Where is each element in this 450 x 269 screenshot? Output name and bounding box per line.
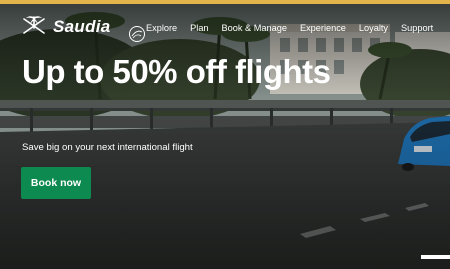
nav-item-loyalty[interactable]: Loyalty [359,23,388,33]
nav-item-explore[interactable]: Explore [146,23,177,33]
saudia-palm-swords-icon [23,16,45,34]
book-now-button[interactable]: Book now [21,167,91,199]
carousel-slide-indicator[interactable] [421,255,450,259]
nav-item-plan[interactable]: Plan [190,23,208,33]
nav-item-book-manage[interactable]: Book & Manage [222,23,287,33]
nav-item-experience[interactable]: Experience [300,23,346,33]
hero-headline: Up to 50% off flights [22,53,331,90]
hero-subtext: Save big on your next international flig… [22,142,193,153]
vision-2030-icon [129,26,145,42]
brand-name: Saudia [53,17,111,36]
nav-item-support[interactable]: Support [401,23,433,33]
nav-links: Explore Plan Book & Manage Experience Lo… [146,23,433,33]
saudia-logo[interactable]: Saudia [21,14,145,42]
main-navigation: Saudia Explore Plan Book & Manage Experi… [0,4,450,44]
